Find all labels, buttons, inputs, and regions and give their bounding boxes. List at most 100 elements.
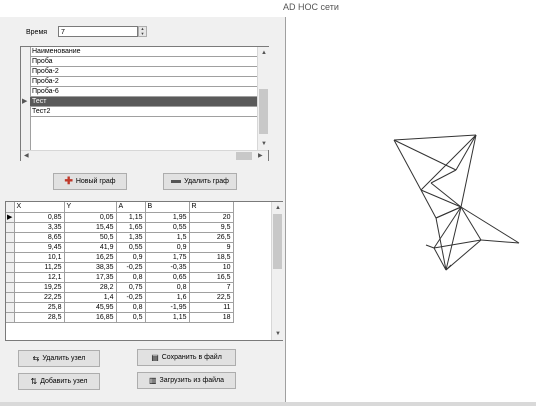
time-input[interactable]: 7 [58,26,138,37]
cell-x[interactable]: 19,25 [14,282,65,293]
scroll-up-icon[interactable]: ▲ [275,205,281,211]
cell-a[interactable]: 0,5 [116,312,146,323]
cell-x[interactable]: 22,25 [14,292,65,303]
spin-down-icon[interactable]: ▼ [139,32,146,36]
cell-x[interactable]: 9,45 [14,242,65,253]
table-row[interactable]: 25,8 45,95 0,8 -1,95 11 [6,302,234,313]
list-item-selected[interactable]: Тест [30,97,257,107]
table-row[interactable]: 12,1 17,35 0,8 0,65 16,5 [6,272,234,283]
cell-r[interactable]: 18,5 [189,252,234,263]
cell-b[interactable]: 0,55 [145,222,190,233]
cell-a[interactable]: 1,15 [116,212,146,223]
cell-x[interactable]: 0,85 [14,212,65,223]
horizontal-scrollbar[interactable]: ◀ ▶ [21,150,268,161]
scrollbar-thumb[interactable] [236,152,252,160]
cell-y[interactable]: 28,2 [64,282,117,293]
cell-y[interactable]: 41,9 [64,242,117,253]
delete-graph-button[interactable]: Удалить граф [163,173,237,190]
cell-r[interactable]: 11 [189,302,234,313]
cell-a[interactable]: 1,35 [116,232,146,243]
cell-b[interactable]: 1,75 [145,252,190,263]
scroll-down-icon[interactable]: ▼ [261,141,267,147]
scroll-down-icon[interactable]: ▼ [275,331,281,337]
cell-r[interactable]: 9,5 [189,222,234,233]
cell-a[interactable]: 0,8 [116,272,146,283]
cell-y[interactable]: 45,95 [64,302,117,313]
cell-y[interactable]: 50,5 [64,232,117,243]
cell-a[interactable]: 0,8 [116,302,146,313]
table-row[interactable]: 8,65 50,5 1,35 1,5 26,5 [6,232,234,243]
cell-a[interactable]: 0,9 [116,252,146,263]
scroll-left-icon[interactable]: ◀ [24,153,29,159]
cell-a[interactable]: 0,75 [116,282,146,293]
cell-x[interactable]: 10,1 [14,252,65,263]
scrollbar-thumb[interactable] [259,89,268,134]
cell-r[interactable]: 16,5 [189,272,234,283]
cell-r[interactable]: 7 [189,282,234,293]
list-item[interactable]: Проба [30,57,257,67]
table-row[interactable]: 9,45 41,9 0,55 0,9 9 [6,242,234,253]
cell-y[interactable]: 38,35 [64,262,117,273]
table-row[interactable]: ▶ 0,85 0,05 1,15 1,95 20 [6,212,234,223]
cell-b[interactable]: 1,6 [145,292,190,303]
list-item[interactable]: Тест2 [30,107,257,117]
cell-b[interactable]: 1,5 [145,232,190,243]
cell-x[interactable]: 28,5 [14,312,65,323]
cell-r[interactable]: 9 [189,242,234,253]
scrollbar-thumb[interactable] [273,214,282,269]
cell-r[interactable]: 20 [189,212,234,223]
cell-x[interactable]: 25,8 [14,302,65,313]
nodes-grid[interactable]: X Y A B R ▶ 0,85 0,05 1,15 1,95 20 3,35 … [5,201,283,341]
table-header-row: X Y A B R [6,202,234,213]
cell-x[interactable]: 3,35 [14,222,65,233]
nodes-table: X Y A B R ▶ 0,85 0,05 1,15 1,95 20 3,35 … [6,202,234,323]
cell-x[interactable]: 12,1 [14,272,65,283]
cell-b[interactable]: 0,8 [145,282,190,293]
load-icon: ▥ [148,376,157,385]
graph-edge [460,206,482,241]
load-from-file-button[interactable]: ▥ Загрузить из файла [137,372,236,389]
vertical-scrollbar[interactable]: ▲ ▼ [271,202,283,340]
save-to-file-button[interactable]: ▤ Сохранить в файл [137,349,236,366]
delete-node-button[interactable]: ⇆ Удалить узел [18,350,100,367]
row-indicator [6,232,15,243]
cell-r[interactable]: 18 [189,312,234,323]
time-spinner[interactable]: ▲ ▼ [138,26,147,37]
table-row[interactable]: 3,35 15,45 1,65 0,55 9,5 [6,222,234,233]
table-row[interactable]: 11,25 38,35 -0,25 -0,35 10 [6,262,234,273]
table-row[interactable]: 28,5 16,85 0,5 1,15 18 [6,312,234,323]
cell-b[interactable]: 0,65 [145,272,190,283]
cell-a[interactable]: 1,65 [116,222,146,233]
cell-a[interactable]: -0,25 [116,292,146,303]
new-graph-button[interactable]: ✚ Новый граф [53,173,127,190]
vertical-scrollbar[interactable]: ▲ ▼ [257,47,269,150]
cell-r[interactable]: 22,5 [189,292,234,303]
list-item[interactable]: Проба-2 [30,77,257,87]
cell-y[interactable]: 17,35 [64,272,117,283]
cell-b[interactable]: 0,9 [145,242,190,253]
list-item[interactable]: Проба-6 [30,87,257,97]
scroll-up-icon[interactable]: ▲ [261,50,267,56]
graph-names-grid[interactable]: Наименование Проба Проба-2 Проба-2 Проба… [20,46,269,161]
cell-a[interactable]: -0,25 [116,262,146,273]
cell-b[interactable]: -1,95 [145,302,190,313]
cell-x[interactable]: 8,65 [14,232,65,243]
cell-b[interactable]: 1,15 [145,312,190,323]
cell-y[interactable]: 16,25 [64,252,117,263]
cell-y[interactable]: 1,4 [64,292,117,303]
list-item[interactable]: Проба-2 [30,67,257,77]
add-node-button[interactable]: ⇅ Добавить узел [18,373,100,390]
cell-b[interactable]: -0,35 [145,262,190,273]
cell-b[interactable]: 1,95 [145,212,190,223]
table-row[interactable]: 19,25 28,2 0,75 0,8 7 [6,282,234,293]
cell-r[interactable]: 26,5 [189,232,234,243]
cell-y[interactable]: 0,05 [64,212,117,223]
cell-a[interactable]: 0,55 [116,242,146,253]
cell-r[interactable]: 10 [189,262,234,273]
scroll-right-icon[interactable]: ▶ [258,153,263,159]
cell-y[interactable]: 16,85 [64,312,117,323]
table-row[interactable]: 22,25 1,4 -0,25 1,6 22,5 [6,292,234,303]
cell-x[interactable]: 11,25 [14,262,65,273]
table-row[interactable]: 10,1 16,25 0,9 1,75 18,5 [6,252,234,263]
cell-y[interactable]: 15,45 [64,222,117,233]
